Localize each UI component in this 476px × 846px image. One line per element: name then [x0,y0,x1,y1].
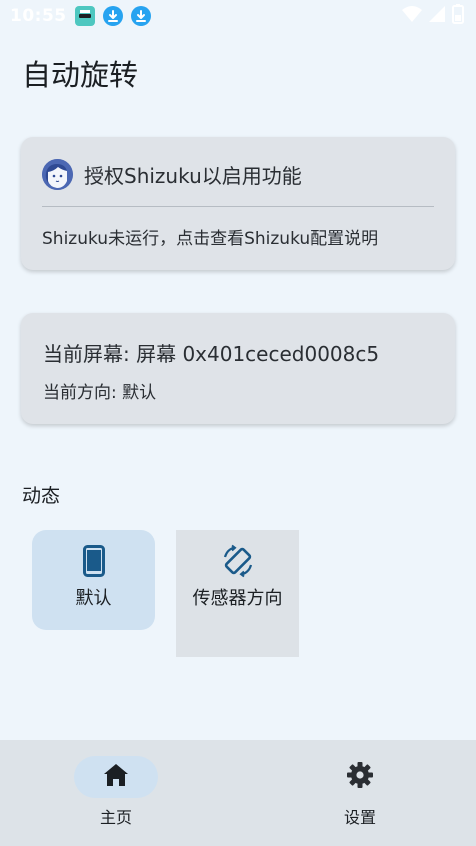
nav-item-home[interactable]: 主页 [56,756,176,828]
nav-label-settings: 设置 [343,808,376,827]
bottom-navigation: 主页 设置 [0,740,476,846]
gear-icon [346,761,374,793]
status-bar-left: 10:55 [10,6,151,26]
nav-item-settings[interactable]: 设置 [300,756,420,828]
shizuku-card-header: 授权Shizuku以启用功能 [42,159,302,190]
nav-indicator [318,756,402,798]
app-notification-icon [74,6,95,26]
status-time: 10:55 [10,6,67,26]
screen-info-card: 当前屏幕: 屏幕 0x401ceced0008c5 当前方向: 默认 [21,313,455,424]
mode-tile-label: 默认 [75,588,112,609]
section-label: 动态 [22,485,61,507]
download-icon [130,6,151,26]
screen-rotation-icon [221,544,255,578]
current-screen-text: 当前屏幕: 屏幕 0x401ceced0008c5 [43,342,380,366]
status-bar: 10:55 [0,0,476,32]
mode-tile-default[interactable]: 默认 [32,530,155,630]
wifi-icon [402,5,422,27]
shizuku-card-title: 授权Shizuku以启用功能 [84,164,302,188]
phone-portrait-icon [77,544,111,578]
mode-tile-sensor[interactable]: 传感器方向 [176,530,299,657]
shizuku-auth-card[interactable]: 授权Shizuku以启用功能 Shizuku未运行，点击查看Shizuku配置说… [21,137,455,270]
battery-icon [452,4,464,28]
shizuku-card-subtitle: Shizuku未运行，点击查看Shizuku配置说明 [42,229,379,249]
shizuku-avatar-icon [42,159,73,190]
status-bar-right [402,4,464,28]
download-icon [102,6,123,26]
nav-label-home: 主页 [99,808,132,827]
nav-indicator [74,756,158,798]
divider [42,206,434,207]
app-screen: 10:55 自动旋转 授权Shizuku以启用功能 Shizuku未运行，点击查… [0,0,476,846]
cellular-icon [428,5,446,27]
mode-tile-label: 传感器方向 [192,588,283,609]
page-title: 自动旋转 [22,58,139,92]
home-icon [103,763,129,791]
current-orientation-text: 当前方向: 默认 [43,383,157,403]
